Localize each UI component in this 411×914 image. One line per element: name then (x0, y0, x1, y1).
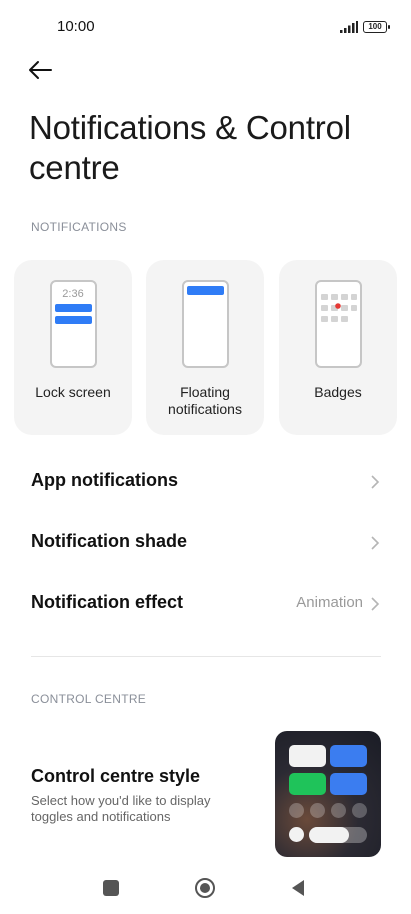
back-arrow-icon (29, 61, 52, 79)
battery-level: 100 (368, 22, 382, 31)
control-centre-preview (275, 731, 381, 857)
control-centre-style-description: Select how you'd like to display toggles… (31, 793, 211, 824)
section-divider (31, 656, 381, 657)
notification-effect-label: Notification effect (31, 592, 184, 612)
signal-icon (340, 21, 358, 33)
notification-shade-label: Notification shade (31, 531, 188, 551)
lock-screen-preview-time: 2:36 (62, 288, 84, 300)
floating-notifications-card[interactable]: Floating notifications (146, 260, 264, 435)
chevron-right-icon (371, 475, 380, 489)
notification-effect-value: Animation (296, 594, 363, 611)
status-time: 10:00 (57, 18, 95, 35)
lock-screen-label: Lock screen (35, 384, 111, 400)
notification-shade-row[interactable]: Notification shade (0, 515, 411, 571)
chevron-right-icon (371, 536, 380, 550)
lock-screen-icon: 2:36 (50, 280, 97, 368)
app-notifications-label: App notifications (31, 470, 178, 490)
lock-screen-card[interactable]: 2:36 Lock screen (14, 260, 132, 435)
floating-notifications-icon (182, 280, 229, 368)
control-centre-style-row[interactable]: Control centre style Select how you'd li… (0, 730, 411, 860)
notifications-section-header: NOTIFICATIONS (31, 220, 127, 234)
badges-card[interactable]: Badges (279, 260, 397, 435)
page-title: Notifications & Control centre (29, 109, 351, 186)
status-bar: 10:00 100 (0, 0, 411, 52)
home-icon[interactable] (195, 878, 215, 898)
notification-style-cards: 2:36 Lock screen Floating notifications … (14, 260, 398, 436)
control-centre-section-header: CONTROL CENTRE (31, 692, 147, 706)
notification-effect-row[interactable]: Notification effect Animation (0, 576, 411, 632)
navigation-bar (0, 866, 411, 914)
app-notifications-row[interactable]: App notifications (0, 454, 411, 510)
floating-notifications-label: Floating notifications (168, 384, 242, 417)
back-button[interactable] (26, 56, 58, 84)
back-icon[interactable] (290, 879, 306, 897)
recents-icon[interactable] (103, 880, 119, 896)
chevron-right-icon (371, 597, 380, 611)
control-centre-style-title: Control centre style (31, 766, 201, 786)
badges-label: Badges (314, 384, 362, 400)
badges-icon (315, 280, 362, 368)
battery-icon: 100 (363, 21, 390, 33)
